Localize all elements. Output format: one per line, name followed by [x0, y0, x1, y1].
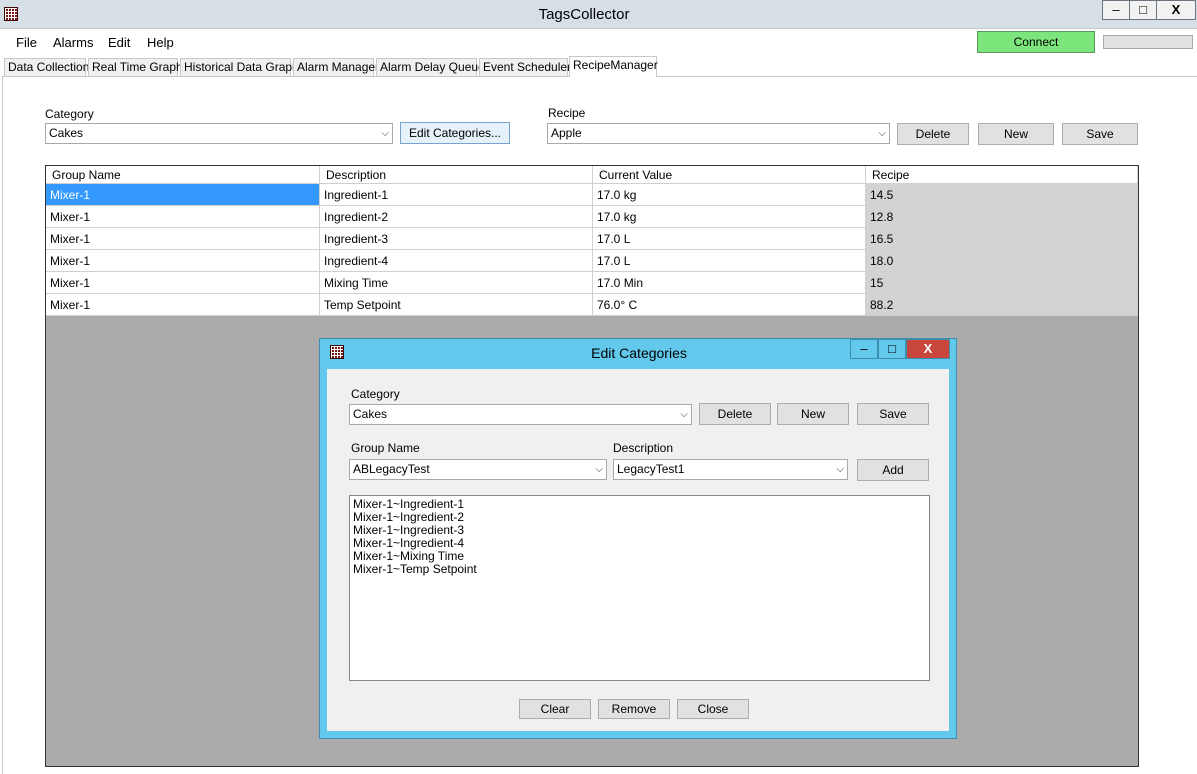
delete-recipe-button[interactable]: Delete: [897, 123, 969, 145]
dialog-category-combo[interactable]: Cakes ⌵: [349, 404, 692, 425]
add-button[interactable]: Add: [857, 459, 929, 481]
edit-categories-button[interactable]: Edit Categories...: [400, 122, 510, 144]
recipe-label: Recipe: [548, 106, 586, 120]
cell-recipe[interactable]: 14.5: [866, 184, 1138, 206]
cell-current-value[interactable]: 17.0 kg: [593, 206, 866, 228]
cell-current-value[interactable]: 17.0 Min: [593, 272, 866, 294]
tab-recipe-manager[interactable]: RecipeManager: [569, 56, 658, 77]
tab-alarm-manager[interactable]: Alarm Manager: [293, 58, 379, 77]
column-header-current-value[interactable]: Current Value: [593, 166, 866, 184]
cell-current-value[interactable]: 17.0 L: [593, 250, 866, 272]
edit-categories-dialog: Edit Categories – □ X Category Cakes ⌵ D…: [319, 338, 957, 739]
cell-recipe[interactable]: 18.0: [866, 250, 1138, 272]
connection-status-bar: [1103, 35, 1193, 49]
menu-help[interactable]: Help: [147, 35, 174, 50]
menu-file[interactable]: File: [16, 35, 37, 50]
menu-edit[interactable]: Edit: [108, 35, 130, 50]
cell-description[interactable]: Ingredient-3: [320, 228, 593, 250]
recipe-combo-value: Apple: [551, 126, 582, 140]
group-name-label: Group Name: [351, 441, 420, 455]
chevron-down-icon: ⌵: [878, 128, 886, 139]
group-name-value: ABLegacyTest: [353, 462, 430, 476]
category-combo-value: Cakes: [49, 126, 84, 140]
dialog-delete-button[interactable]: Delete: [699, 403, 771, 425]
column-header-recipe[interactable]: Recipe: [866, 166, 1138, 184]
cell-group-name[interactable]: Mixer-1: [46, 206, 320, 228]
menu-alarms[interactable]: Alarms: [53, 35, 93, 50]
maximize-button[interactable]: □: [1129, 0, 1157, 20]
tag-list[interactable]: Mixer-1~Ingredient-1 Mixer-1~Ingredient-…: [349, 495, 930, 681]
category-label: Category: [45, 107, 94, 121]
cell-description[interactable]: Ingredient-2: [320, 206, 593, 228]
remove-button[interactable]: Remove: [598, 699, 670, 719]
tab-event-scheduler[interactable]: Event Scheduler: [479, 58, 571, 77]
dialog-new-button[interactable]: New: [777, 403, 849, 425]
cell-group-name[interactable]: Mixer-1: [46, 184, 320, 206]
save-recipe-button[interactable]: Save: [1062, 123, 1138, 145]
cell-current-value[interactable]: 17.0 L: [593, 228, 866, 250]
list-item[interactable]: Mixer-1~Temp Setpoint: [353, 563, 926, 576]
dialog-body: Category Cakes ⌵ Delete New Save Group N…: [327, 369, 949, 731]
cell-group-name[interactable]: Mixer-1: [46, 272, 320, 294]
description-combo[interactable]: LegacyTest1 ⌵: [613, 459, 848, 480]
column-header-description[interactable]: Description: [320, 166, 593, 184]
chevron-down-icon: ⌵: [680, 409, 688, 420]
minimize-button[interactable]: –: [1102, 0, 1130, 20]
chevron-down-icon: ⌵: [595, 464, 603, 475]
group-name-combo[interactable]: ABLegacyTest ⌵: [349, 459, 607, 480]
cell-recipe[interactable]: 15: [866, 272, 1138, 294]
dialog-maximize-button[interactable]: □: [878, 339, 906, 359]
dialog-minimize-button[interactable]: –: [850, 339, 878, 359]
description-label: Description: [613, 441, 674, 455]
chevron-down-icon: ⌵: [836, 464, 844, 475]
cell-current-value[interactable]: 76.0° C: [593, 294, 866, 316]
cell-group-name[interactable]: Mixer-1: [46, 294, 320, 316]
new-recipe-button[interactable]: New: [978, 123, 1054, 145]
category-combo[interactable]: Cakes ⌵: [45, 123, 393, 144]
cell-group-name[interactable]: Mixer-1: [46, 250, 320, 272]
dialog-close-button[interactable]: X: [906, 339, 950, 359]
recipe-combo[interactable]: Apple ⌵: [547, 123, 890, 144]
column-header-group-name[interactable]: Group Name: [46, 166, 320, 184]
tab-data-collection[interactable]: Data Collection: [4, 58, 89, 77]
window-title: TagsCollector: [538, 6, 630, 23]
dialog-save-button[interactable]: Save: [857, 403, 929, 425]
cell-description[interactable]: Temp Setpoint: [320, 294, 593, 316]
dialog-category-value: Cakes: [353, 407, 388, 421]
close-dialog-button[interactable]: Close: [677, 699, 749, 719]
cell-recipe[interactable]: 16.5: [866, 228, 1138, 250]
close-button[interactable]: X: [1156, 0, 1196, 20]
cell-description[interactable]: Ingredient-1: [320, 184, 593, 206]
cell-recipe[interactable]: 88.2: [866, 294, 1138, 316]
connect-button[interactable]: Connect: [977, 31, 1095, 53]
description-value: LegacyTest1: [617, 462, 685, 476]
chevron-down-icon: ⌵: [381, 128, 389, 139]
clear-button[interactable]: Clear: [519, 699, 591, 719]
tab-alarm-delay-queue[interactable]: Alarm Delay Queue: [376, 58, 485, 77]
cell-description[interactable]: Ingredient-4: [320, 250, 593, 272]
cell-description[interactable]: Mixing Time: [320, 272, 593, 294]
cell-group-name[interactable]: Mixer-1: [46, 228, 320, 250]
tab-real-time-graph[interactable]: Real Time Graph: [88, 58, 183, 77]
dialog-category-label: Category: [351, 387, 400, 401]
tab-historical-data-graph[interactable]: Historical Data Graph: [180, 58, 299, 77]
cell-current-value[interactable]: 17.0 kg: [593, 184, 866, 206]
cell-recipe[interactable]: 12.8: [866, 206, 1138, 228]
